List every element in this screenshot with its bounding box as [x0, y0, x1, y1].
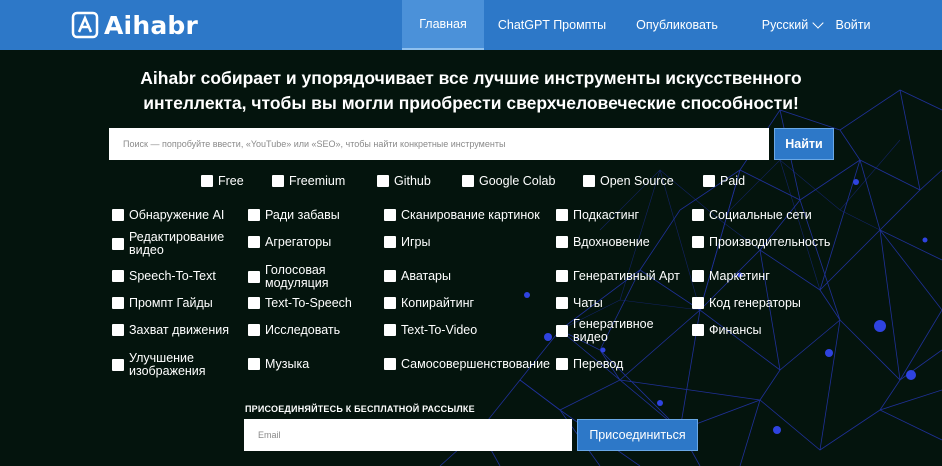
checkbox[interactable] [248, 324, 260, 336]
nav-chatgpt-prompts[interactable]: ChatGPT Промпты [496, 0, 608, 50]
logo-text: Aihabr [104, 10, 199, 40]
checkbox[interactable] [248, 209, 260, 221]
category-music[interactable]: Музыка [248, 358, 309, 370]
filter-free[interactable]: Free [201, 175, 244, 187]
category-image-enhancement[interactable]: Улучшение изображения [112, 352, 222, 378]
checkbox[interactable] [248, 236, 260, 248]
checkbox[interactable] [384, 324, 396, 336]
headline-line-2: интеллекта, чтобы вы могли приобрести св… [143, 93, 799, 113]
category-text-to-video[interactable]: Text-To-Video [384, 324, 477, 336]
checkbox[interactable] [583, 175, 595, 187]
checkbox[interactable] [201, 175, 213, 187]
checkbox[interactable] [692, 209, 704, 221]
category-avatars[interactable]: Аватары [384, 270, 451, 282]
checkbox[interactable] [384, 236, 396, 248]
filter-github[interactable]: Github [377, 175, 431, 187]
category-marketing[interactable]: Маркетинг [692, 270, 770, 282]
language-label: Русский [761, 18, 809, 32]
checkbox[interactable] [112, 270, 124, 282]
language-selector[interactable]: Русский [758, 0, 826, 50]
checkbox[interactable] [556, 358, 568, 370]
category-podcasting[interactable]: Подкастинг [556, 209, 639, 221]
nav-home[interactable]: Главная [402, 0, 484, 50]
category-research[interactable]: Исследовать [248, 324, 340, 336]
checkbox[interactable] [112, 359, 124, 371]
category-generative-video[interactable]: Генеративное видео [556, 318, 666, 344]
checkbox[interactable] [384, 297, 396, 309]
checkbox[interactable] [112, 238, 124, 250]
search-input[interactable] [109, 128, 769, 160]
newsletter-title: ПРИСОЕДИНЯЙТЕСЬ К БЕСПЛАТНОЙ РАССЫЛКЕ [245, 404, 475, 414]
checkbox[interactable] [692, 297, 704, 309]
logo-icon [71, 11, 99, 39]
category-translation[interactable]: Перевод [556, 358, 623, 370]
checkbox[interactable] [112, 209, 124, 221]
category-games[interactable]: Игры [384, 236, 430, 248]
top-navigation-bar: Aihabr Главная ChatGPT Промпты Опубликов… [0, 0, 942, 50]
checkbox[interactable] [112, 297, 124, 309]
checkbox[interactable] [692, 236, 704, 248]
search-button[interactable]: Найти [774, 128, 834, 160]
checkbox[interactable] [384, 209, 396, 221]
checkbox[interactable] [692, 324, 704, 336]
category-self-improvement[interactable]: Самосовершенствование [384, 358, 550, 370]
category-social-media[interactable]: Социальные сети [692, 209, 812, 221]
subscribe-button[interactable]: Присоединиться [577, 419, 698, 451]
category-motion-capture[interactable]: Захват движения [112, 324, 229, 336]
category-voice-modulation[interactable]: Голосовая модуляция [248, 264, 358, 290]
nav-login[interactable]: Войти [830, 0, 876, 50]
checkbox[interactable] [556, 325, 568, 337]
category-generative-art[interactable]: Генеративный Арт [556, 270, 680, 282]
category-image-scanning[interactable]: Сканирование картинок [384, 209, 540, 221]
category-productivity[interactable]: Производительность [692, 236, 830, 248]
category-finance[interactable]: Финансы [692, 324, 761, 336]
category-aggregators[interactable]: Агрегаторы [248, 236, 331, 248]
checkbox[interactable] [377, 175, 389, 187]
category-for-fun[interactable]: Ради забавы [248, 209, 340, 221]
checkbox[interactable] [248, 271, 260, 283]
category-ai-detection[interactable]: Обнаружение AI [112, 209, 224, 221]
checkbox[interactable] [462, 175, 474, 187]
site-logo[interactable]: Aihabr [70, 9, 198, 41]
checkbox[interactable] [248, 358, 260, 370]
category-speech-to-text[interactable]: Speech-To-Text [112, 270, 216, 282]
checkbox[interactable] [556, 297, 568, 309]
category-chats[interactable]: Чаты [556, 297, 603, 309]
category-code-generators[interactable]: Код генераторы [692, 297, 801, 309]
category-inspiration[interactable]: Вдохновение [556, 236, 650, 248]
chevron-down-icon [812, 17, 824, 29]
checkbox[interactable] [556, 209, 568, 221]
headline-line-1: Aihabr собирает и упорядочивает все лучш… [140, 68, 802, 88]
filter-google-colab[interactable]: Google Colab [462, 175, 555, 187]
checkbox[interactable] [384, 270, 396, 282]
checkbox[interactable] [556, 270, 568, 282]
filter-freemium[interactable]: Freemium [272, 175, 345, 187]
category-prompt-guides[interactable]: Промпт Гайды [112, 297, 213, 309]
checkbox[interactable] [692, 270, 704, 282]
filter-paid[interactable]: Paid [703, 175, 745, 187]
hero-headline: Aihabr собирает и упорядочивает все лучш… [0, 66, 942, 116]
category-copywriting[interactable]: Копирайтинг [384, 297, 474, 309]
email-input[interactable] [244, 419, 572, 451]
checkbox[interactable] [112, 324, 124, 336]
checkbox[interactable] [703, 175, 715, 187]
nav-publish[interactable]: Опубликовать [630, 0, 724, 50]
filter-open-source[interactable]: Open Source [583, 175, 674, 187]
checkbox[interactable] [384, 358, 396, 370]
category-video-editing[interactable]: Редактирование видео [112, 231, 232, 257]
checkbox[interactable] [248, 297, 260, 309]
checkbox[interactable] [556, 236, 568, 248]
category-text-to-speech[interactable]: Text-To-Speech [248, 297, 352, 309]
checkbox[interactable] [272, 175, 284, 187]
